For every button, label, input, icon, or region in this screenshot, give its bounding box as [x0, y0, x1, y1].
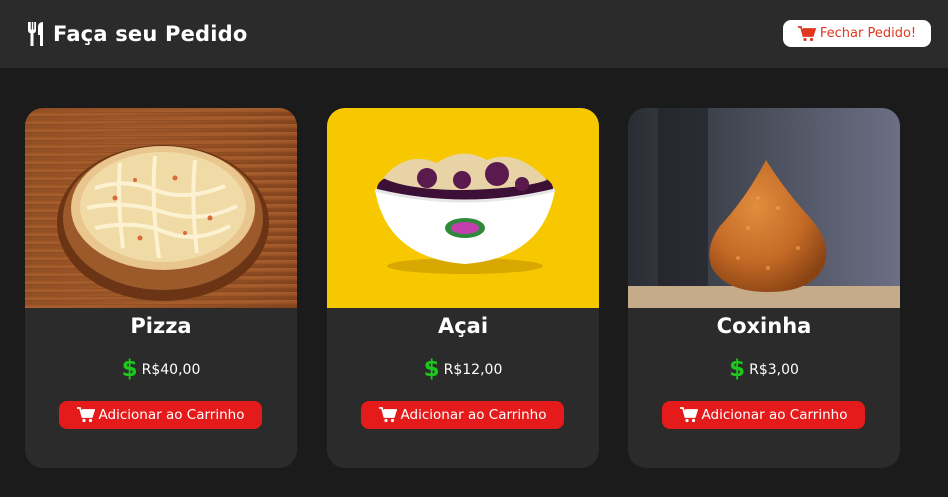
product-name: Coxinha — [716, 314, 812, 338]
product-image-coxinha — [628, 108, 900, 308]
price-value: R$3,00 — [749, 361, 799, 378]
cart-icon — [378, 407, 397, 423]
add-to-cart-button-pizza[interactable]: Adicionar ao Carrinho — [59, 401, 262, 429]
close-order-button[interactable]: Fechar Pedido! — [783, 20, 931, 47]
product-name: Açai — [437, 314, 489, 338]
cart-icon — [797, 25, 816, 42]
cart-icon — [679, 407, 698, 423]
add-to-cart-label: Adicionar ao Carrinho — [400, 407, 547, 423]
product-price: $ R$12,00 — [327, 358, 599, 381]
product-card-coxinha: Coxinha $ R$3,00 Adicionar ao Carrinho — [628, 108, 900, 468]
product-price: $ R$3,00 — [628, 358, 900, 381]
utensils-icon — [25, 21, 49, 47]
product-image-pizza — [25, 108, 297, 308]
add-to-cart-button-acai[interactable]: Adicionar ao Carrinho — [361, 401, 564, 429]
product-card-pizza: Pizza $ R$40,00 Adicionar ao Carrinho — [25, 108, 297, 468]
dollar-icon: $ — [121, 356, 138, 382]
dollar-icon: $ — [423, 356, 440, 382]
brand: Faça seu Pedido — [25, 19, 248, 49]
top-bar: Faça seu Pedido Fechar Pedido! — [0, 0, 948, 68]
price-value: R$40,00 — [141, 361, 201, 378]
add-to-cart-button-coxinha[interactable]: Adicionar ao Carrinho — [662, 401, 865, 429]
page-title: Faça seu Pedido — [53, 22, 248, 46]
product-image-acai — [327, 108, 599, 308]
price-value: R$12,00 — [443, 361, 503, 378]
product-card-acai: Açai $ R$12,00 Adicionar ao Carrinho — [327, 108, 599, 468]
cart-icon — [76, 407, 95, 423]
add-to-cart-label: Adicionar ao Carrinho — [701, 407, 848, 423]
close-order-label: Fechar Pedido! — [819, 26, 917, 41]
product-name: Pizza — [130, 314, 192, 338]
product-price: $ R$40,00 — [25, 358, 297, 381]
dollar-icon: $ — [729, 356, 746, 382]
add-to-cart-label: Adicionar ao Carrinho — [98, 407, 245, 423]
